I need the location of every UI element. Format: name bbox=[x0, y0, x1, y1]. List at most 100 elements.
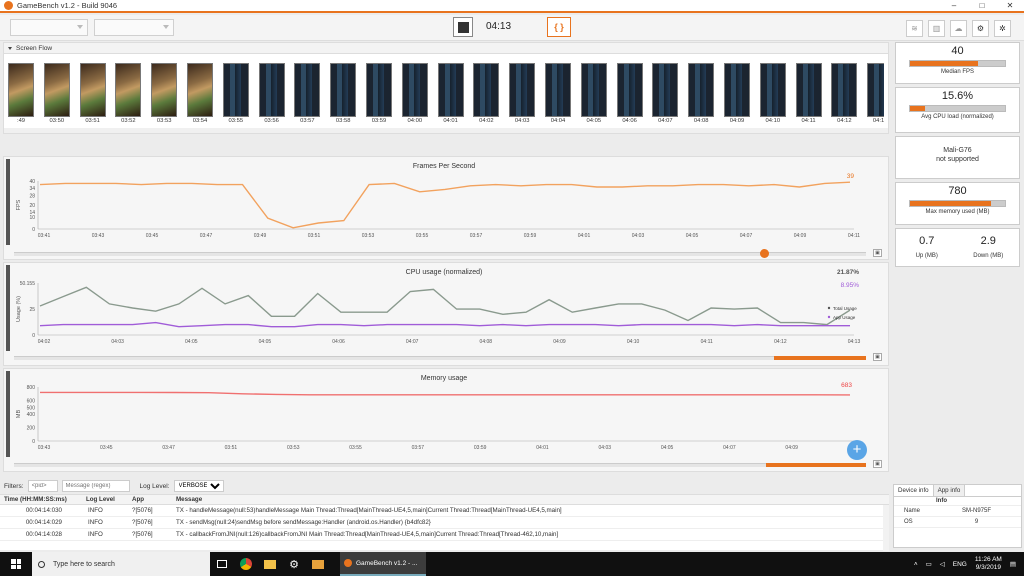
log-level: INFO bbox=[88, 507, 103, 514]
screenshot-thumbnail[interactable]: 04:11 bbox=[795, 63, 822, 127]
screenshot-timestamp: 04:00 bbox=[407, 118, 423, 124]
markers-button[interactable]: { } bbox=[547, 17, 571, 37]
wifi-button[interactable]: ≋ bbox=[906, 20, 923, 37]
add-marker-button[interactable]: + bbox=[847, 440, 867, 460]
gamebench-task-button[interactable]: GameBench v1.2 - ... bbox=[340, 552, 426, 576]
volume-icon[interactable]: ◁ bbox=[940, 560, 945, 568]
col-time[interactable]: Time (HH:MM:SS:ms) bbox=[0, 496, 86, 503]
screenshot-thumbnail[interactable]: 03:56 bbox=[258, 63, 285, 127]
screenshot-timestamp: 03:51 bbox=[85, 118, 100, 124]
filters-label: Filters: bbox=[4, 482, 24, 490]
screenshot-thumbnail[interactable]: 04:08 bbox=[688, 63, 715, 127]
memory-lock-button[interactable]: ▣ bbox=[873, 460, 882, 468]
minimize-button[interactable]: – bbox=[940, 0, 968, 11]
screenshot-thumbnail[interactable]: 03:52 bbox=[115, 63, 142, 127]
task-view-button[interactable] bbox=[210, 552, 234, 576]
log-level-label: Log Level: bbox=[139, 482, 170, 490]
screenshot-thumbnail[interactable]: 04:06 bbox=[616, 63, 643, 127]
y-tick-label: 25 bbox=[29, 307, 35, 313]
fps-slider-knob[interactable] bbox=[760, 249, 769, 258]
screenshot-thumbnail[interactable]: 03:50 bbox=[43, 63, 70, 127]
screenshot-thumbnail[interactable]: :49 bbox=[8, 63, 34, 127]
log-scrollbar[interactable] bbox=[883, 505, 889, 551]
screenshot-thumbnail[interactable]: 04:07 bbox=[652, 63, 679, 127]
taskbar-search[interactable]: Type here to search bbox=[32, 552, 210, 576]
screenshot-thumbnail[interactable]: 03:54 bbox=[187, 63, 213, 127]
screenshot-thumbnail[interactable]: 04:00 bbox=[401, 63, 428, 127]
settings-button[interactable]: ⚙ bbox=[972, 20, 989, 37]
col-level[interactable]: Log Level bbox=[86, 496, 132, 503]
y-tick-label: 34 bbox=[29, 186, 35, 192]
log-app: ?[5076] bbox=[132, 531, 153, 538]
x-tick-label: 04:05 bbox=[661, 445, 674, 451]
screenshot-thumbnail[interactable]: 04:09 bbox=[724, 63, 750, 127]
photos-button[interactable] bbox=[306, 552, 330, 576]
tab-device-info[interactable]: Device info bbox=[894, 485, 934, 496]
stop-recording-button[interactable] bbox=[453, 17, 473, 37]
settings-taskbar-button[interactable]: ⚙ bbox=[282, 552, 306, 576]
cpu-time-slider[interactable] bbox=[14, 356, 866, 360]
pid-filter-input[interactable] bbox=[27, 480, 58, 492]
screenshot-timestamp: 04:04 bbox=[550, 118, 566, 124]
col-app[interactable]: App bbox=[132, 496, 176, 503]
screenshot-thumbnail[interactable]: 04:02 bbox=[473, 63, 500, 127]
app-select[interactable] bbox=[94, 19, 174, 36]
window-title: GameBench v1.2 - Build 9046 bbox=[17, 1, 118, 10]
col-message[interactable]: Message bbox=[176, 496, 889, 503]
x-tick-label: 03:49 bbox=[254, 233, 267, 239]
log-row[interactable]: 00:04:14:030 INFO ?[5076] TX - handleMessag… bbox=[0, 505, 889, 517]
message-filter-input[interactable] bbox=[61, 480, 130, 492]
explorer-button[interactable] bbox=[258, 552, 282, 576]
y-tick-label: 400 bbox=[27, 412, 36, 418]
device-select[interactable] bbox=[10, 19, 88, 36]
tray-chevron-icon[interactable]: ˄ bbox=[914, 561, 918, 568]
screenshot-image bbox=[151, 63, 178, 117]
x-tick-label: 04:13 bbox=[848, 339, 861, 345]
x-tick-label: 03:59 bbox=[474, 445, 487, 451]
screenshot-thumbnail[interactable]: 04:10 bbox=[759, 63, 786, 127]
screenshot-thumbnail[interactable]: 03:55 bbox=[222, 63, 249, 127]
screenshot-thumbnail[interactable]: 03:53 bbox=[151, 63, 178, 127]
advanced-settings-button[interactable]: ✲ bbox=[994, 20, 1011, 37]
log-level-select[interactable]: VERBOSE bbox=[173, 480, 224, 492]
screenshot-thumbnail[interactable]: 04:12 bbox=[831, 63, 858, 127]
memory-time-slider[interactable] bbox=[14, 463, 866, 467]
y-axis-label: FPS bbox=[16, 199, 22, 210]
maximize-button[interactable]: □ bbox=[968, 0, 996, 11]
screenshot-thumbnail[interactable]: 04:13 bbox=[867, 63, 884, 127]
fps-chart-panel: Frames Per Second 40 34 28 20 14 10 0 FPS 03:41 0… bbox=[3, 156, 889, 260]
screenshot-thumbnail[interactable]: 04:05 bbox=[580, 63, 607, 127]
x-tick-label: 03:55 bbox=[416, 233, 429, 239]
screenshot-thumbnail[interactable]: 03:58 bbox=[330, 63, 357, 127]
start-button[interactable] bbox=[0, 552, 32, 576]
chrome-button[interactable] bbox=[234, 552, 258, 576]
screenshot-image bbox=[366, 63, 392, 117]
screenshot-thumbnail[interactable]: 03:51 bbox=[79, 63, 106, 127]
screenshot-image bbox=[688, 63, 715, 117]
screen-flow-scrollbar[interactable] bbox=[4, 128, 888, 133]
tab-app-info[interactable]: App info bbox=[933, 485, 966, 496]
fps-time-slider[interactable] bbox=[14, 249, 866, 258]
network-icon[interactable]: ▭ bbox=[926, 560, 932, 568]
upload-button[interactable]: ☁ bbox=[950, 20, 967, 37]
screenshot-image bbox=[545, 63, 571, 117]
screenshot-thumbnail[interactable]: 03:59 bbox=[366, 63, 392, 127]
log-row[interactable]: 00:04:14:029 INFO ?[5076] TX - sendMsg(null… bbox=[0, 517, 889, 529]
screen-flow-header[interactable]: Screen Flow bbox=[4, 43, 888, 54]
delete-button[interactable]: ▥ bbox=[928, 20, 945, 37]
x-tick-label: 04:03 bbox=[111, 339, 124, 345]
y-tick-label: 0 bbox=[32, 227, 35, 233]
language-indicator[interactable]: ENG bbox=[953, 561, 967, 568]
taskbar-clock[interactable]: 11:26 AM 9/3/2019 bbox=[975, 556, 1002, 572]
screenshot-thumbnail[interactable]: 04:01 bbox=[437, 63, 464, 127]
log-time: 00:04:14:029 bbox=[25, 519, 62, 526]
screenshot-thumbnail[interactable]: 04:03 bbox=[509, 63, 536, 127]
screenshot-thumbnail[interactable]: 04:04 bbox=[545, 63, 571, 127]
fps-lock-button[interactable]: ▣ bbox=[873, 249, 882, 257]
notifications-icon[interactable]: ▤ bbox=[1010, 560, 1016, 568]
cpu-lock-button[interactable]: ▣ bbox=[873, 353, 882, 361]
log-row[interactable]: 00:04:14:028 INFO ?[5076] TX - callbackFrom… bbox=[0, 529, 889, 541]
close-button[interactable]: ✕ bbox=[996, 0, 1024, 11]
screenshot-thumbnail[interactable]: 03:57 bbox=[294, 63, 321, 127]
x-tick-label: 03:43 bbox=[38, 445, 51, 451]
